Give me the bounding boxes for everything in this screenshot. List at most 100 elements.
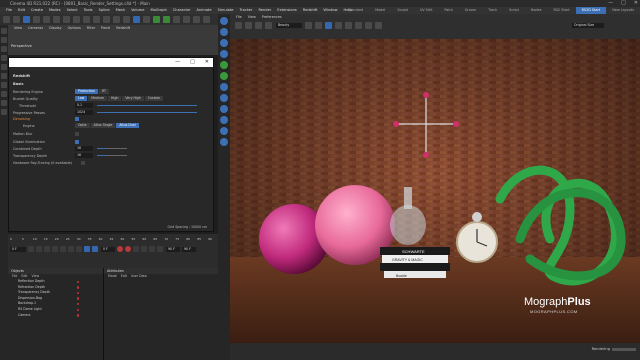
layout-tab-standard[interactable]: Standard (342, 7, 369, 14)
rv-region-icon[interactable] (325, 22, 332, 29)
layout-tab-model[interactable]: Model (369, 7, 391, 14)
rv-menu-preferences[interactable]: Preferences (262, 14, 282, 21)
render-view-icon[interactable] (103, 16, 110, 23)
rs-shader-graph-icon[interactable] (220, 72, 228, 80)
make-editable-icon[interactable] (1, 28, 7, 34)
texture-mode-icon[interactable] (1, 46, 7, 52)
threshold-slider[interactable] (97, 105, 197, 106)
rs-camera-icon[interactable] (220, 116, 228, 124)
edge-mode-icon[interactable] (1, 64, 7, 70)
visibility-dot-icon[interactable] (76, 308, 79, 312)
rv-aov-dropdown[interactable]: Beauty (276, 23, 302, 28)
threshold-field[interactable]: 0.1 (75, 103, 93, 108)
cloner-icon[interactable] (163, 16, 170, 23)
visibility-dot-icon[interactable] (76, 286, 79, 289)
menu-redshift[interactable]: Redshift (303, 7, 318, 14)
attributes-menu-edit[interactable]: Edit (121, 274, 127, 279)
bucket-medium-button[interactable]: Medium (88, 96, 108, 101)
rv-lock-icon[interactable] (265, 22, 272, 29)
progressive-passes-field[interactable]: 1024 (75, 110, 93, 115)
model-mode-icon[interactable] (1, 37, 7, 43)
global-illumination-checkbox[interactable] (75, 140, 79, 144)
rs-proxy-icon[interactable] (220, 83, 228, 91)
preview-end-field[interactable]: 90 F (182, 246, 196, 252)
rs-aov-icon[interactable] (220, 127, 228, 135)
rs-area-light-icon[interactable] (220, 39, 228, 47)
attributes-menu-mode[interactable]: Mode (108, 274, 117, 279)
visibility-dot-icon[interactable] (76, 297, 79, 300)
rs-minimize-button[interactable]: — (175, 58, 180, 67)
viewport-menu-cameras[interactable]: Cameras (28, 25, 43, 32)
bucket-high-button[interactable]: High (108, 96, 122, 101)
rs-maximize-button[interactable]: □ (190, 58, 195, 67)
scale-key-icon[interactable] (157, 246, 163, 252)
position-key-icon[interactable] (141, 246, 147, 252)
layout-tab-script[interactable]: Script (503, 7, 525, 14)
menu-extensions[interactable]: Extensions (277, 7, 297, 14)
menu-modes[interactable]: Modes (49, 7, 61, 14)
menu-render[interactable]: Render (258, 7, 271, 14)
rs-close-button[interactable]: ✕ (205, 58, 209, 67)
maximize-button[interactable]: □ (621, 0, 626, 7)
autokey-icon[interactable] (125, 246, 131, 252)
scale-keys-icon[interactable] (92, 246, 98, 252)
combined-depth-slider[interactable] (97, 148, 127, 149)
snap-icon[interactable] (1, 100, 7, 106)
menu-simulate[interactable]: Simulate (218, 7, 234, 14)
render-view-image[interactable]: SCHWARTE GRAVITY & MAGIC Bookie MographP… (230, 39, 640, 343)
layout-tab-rs2d-start[interactable]: RS2D Start (575, 7, 607, 14)
object-row[interactable]: Camera (8, 313, 103, 319)
menu-tools[interactable]: Tools (84, 7, 93, 14)
glass-flask[interactable] (390, 205, 426, 245)
menu-volume[interactable]: Volume (131, 7, 144, 14)
layout-tab-paint[interactable]: Paint (438, 7, 458, 14)
keyframe-selection-icon[interactable] (133, 246, 139, 252)
engine-production-button[interactable]: Production (75, 89, 98, 94)
rv-rt-icon[interactable] (255, 22, 262, 29)
bucket-custom-button[interactable]: Custom (144, 96, 164, 101)
live-selection-icon[interactable] (23, 16, 30, 23)
rs-environment-icon[interactable] (220, 105, 228, 113)
point-mode-icon[interactable] (1, 55, 7, 61)
render-picture-viewer-icon[interactable] (113, 16, 120, 23)
rv-play-icon[interactable] (235, 22, 242, 29)
menu-edit[interactable]: Edit (18, 7, 25, 14)
menu-animate[interactable]: Animate (197, 7, 212, 14)
rs-material-icon[interactable] (220, 61, 228, 69)
denoising-checkbox[interactable] (75, 117, 79, 121)
rv-menu-file[interactable]: File (236, 14, 242, 21)
engine-rt-button[interactable]: RT (98, 89, 109, 94)
rv-snapshot-icon[interactable] (315, 22, 322, 29)
subdivision-icon[interactable] (153, 16, 160, 23)
viewport-menu-filter[interactable]: Filter (87, 25, 95, 32)
menu-mograph[interactable]: MoGraph (150, 7, 166, 14)
previous-frame-icon[interactable] (44, 246, 50, 252)
rs-spot-light-icon[interactable] (220, 50, 228, 58)
y-axis-icon[interactable] (73, 16, 80, 23)
layout-tab-groom[interactable]: Groom (459, 7, 482, 14)
light-icon[interactable] (203, 16, 210, 23)
viewport-menu-options[interactable]: Options (68, 25, 81, 32)
rv-exposure-icon[interactable] (365, 22, 372, 29)
layout-tab-nodes[interactable]: Nodes (525, 7, 548, 14)
render-settings-titlebar[interactable]: — □ ✕ (9, 58, 213, 67)
layout-tab-new-layouts[interactable]: New Layouts (606, 7, 640, 14)
transparency-depth-slider[interactable] (97, 155, 127, 156)
next-key-icon[interactable] (68, 246, 74, 252)
floor-icon[interactable] (183, 16, 190, 23)
menu-spline[interactable]: Spline (99, 7, 110, 14)
attributes-menu-userdata[interactable]: User Data (131, 274, 147, 279)
combined-depth-field[interactable]: 16 (75, 146, 93, 151)
rv-save-icon[interactable] (305, 22, 312, 29)
go-to-end-icon[interactable] (76, 246, 82, 252)
layout-tab-track[interactable]: Track (482, 7, 503, 14)
x-axis-icon[interactable] (63, 16, 70, 23)
rv-channel-blue-icon[interactable] (355, 22, 362, 29)
rv-channel-red-icon[interactable] (335, 22, 342, 29)
rs-light-icon[interactable] (220, 17, 228, 25)
transparency-depth-field[interactable]: 16 (75, 153, 93, 158)
denoise-altus-single-button[interactable]: Altus Single (90, 123, 116, 128)
menu-tracker[interactable]: Tracker (240, 7, 253, 14)
polygon-mode-icon[interactable] (1, 73, 7, 79)
record-icon[interactable] (117, 246, 123, 252)
